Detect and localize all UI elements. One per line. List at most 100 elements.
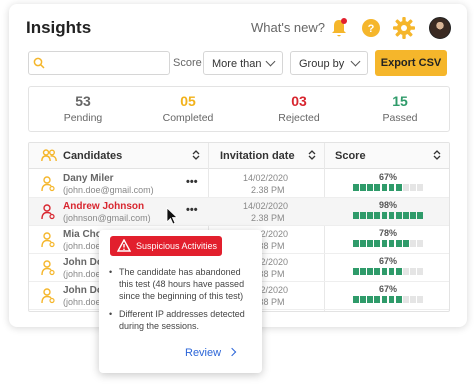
score-percent: 67%: [379, 172, 398, 182]
score-segment: [374, 184, 381, 191]
score-segment: [374, 268, 381, 275]
candidate-email: (johnson@gmail.com): [63, 213, 151, 223]
sort-icon[interactable]: [433, 149, 441, 161]
score-segment: [395, 268, 402, 275]
stat-value: 15: [392, 93, 408, 109]
score-segment: [360, 296, 366, 303]
score-bar: [353, 240, 424, 247]
score-percent: 98%: [379, 200, 398, 210]
group-by-select[interactable]: Group by: [290, 51, 368, 75]
score-segment: [388, 296, 395, 303]
score-segment: [381, 296, 388, 303]
table-row[interactable]: Andrew Johnson (johnson@gmail.com) ••• 14/0…: [29, 198, 449, 226]
badge-label: Suspicious Activities: [136, 241, 218, 251]
score-segment: [374, 296, 381, 303]
score-bar: [353, 212, 424, 219]
svg-text:?: ?: [368, 23, 375, 35]
score-segment: [395, 296, 402, 303]
score-segment: [388, 240, 395, 247]
invitation-time: 2.38 PM: [251, 185, 285, 195]
score-segment: [360, 268, 366, 275]
stat-pending: 53 Pending: [33, 93, 133, 124]
score-segment: [395, 240, 402, 247]
score-bar: [353, 268, 424, 275]
invitation-date: 14/02/2020: [243, 201, 289, 211]
export-csv-button[interactable]: Export CSV: [375, 50, 447, 76]
score-label: Score: [173, 57, 202, 69]
stat-label: Completed: [162, 112, 214, 124]
list-item: Different IP addresses detected during t…: [109, 308, 257, 332]
header-candidates[interactable]: Candidates: [63, 150, 122, 162]
arrow-right-icon[interactable]: [227, 347, 237, 357]
score-segment: [353, 240, 359, 247]
sort-icon[interactable]: [308, 149, 316, 161]
score-segment: [395, 184, 402, 191]
more-options-icon[interactable]: •••: [186, 176, 198, 188]
user-icon: [41, 204, 55, 220]
suspicious-activities-badge: Suspicious Activities: [110, 236, 222, 256]
stat-passed: 15 Passed: [350, 93, 450, 124]
stat-label: Pending: [63, 112, 103, 124]
page-title: Insights: [26, 18, 92, 37]
score-segment: [360, 212, 366, 219]
score-segment: [410, 296, 416, 303]
score-segment: [403, 296, 409, 303]
chevron-down-icon: [350, 56, 361, 67]
candidate-name[interactable]: Dany Miler: [63, 173, 114, 184]
score-segment: [367, 212, 373, 219]
score-segment: [367, 296, 373, 303]
score-segment: [410, 268, 416, 275]
stat-label: Rejected: [278, 112, 320, 124]
header-score[interactable]: Score: [335, 150, 366, 162]
score-bar: [353, 184, 424, 191]
avatar[interactable]: [429, 17, 451, 39]
score-segment: [367, 268, 373, 275]
warning-icon: [117, 239, 131, 252]
stats-summary: 53 Pending 05 Completed 03 Rejected 15 P…: [28, 86, 450, 132]
score-segment: [403, 184, 409, 191]
stat-value: 03: [291, 93, 307, 109]
suspicious-activities-tooltip: Suspicious Activities The candidate has …: [99, 230, 262, 373]
score-segment: [410, 240, 416, 247]
table-row[interactable]: Dany Miler (john.doe@gmail.com) ••• 14/02/2…: [29, 170, 449, 198]
score-segment: [417, 268, 424, 275]
score-segment: [417, 240, 424, 247]
score-segment: [410, 184, 416, 191]
score-segment: [360, 240, 366, 247]
score-segment: [381, 268, 388, 275]
bell-icon[interactable]: [329, 17, 349, 39]
more-options-icon[interactable]: •••: [186, 204, 198, 216]
search-icon: [33, 57, 45, 69]
score-segment: [403, 240, 409, 247]
stat-rejected: 03 Rejected: [249, 93, 349, 124]
whats-new-link[interactable]: What's new?: [251, 20, 325, 35]
help-icon[interactable]: ?: [362, 19, 380, 37]
score-segment: [353, 268, 359, 275]
score-percent: 67%: [379, 284, 398, 294]
suspicious-activities-list: The candidate has abandoned this test (4…: [109, 266, 257, 338]
sort-icon[interactable]: [192, 149, 200, 161]
group-by-value: Group by: [299, 58, 345, 70]
score-segment: [367, 240, 373, 247]
score-segment: [353, 212, 359, 219]
score-filter-select[interactable]: More than: [203, 51, 283, 75]
search-input[interactable]: [28, 51, 170, 75]
score-segment: [417, 296, 424, 303]
review-link[interactable]: Review: [185, 347, 221, 359]
score-segment: [403, 212, 409, 219]
score-segment: [417, 212, 424, 219]
score-segment: [374, 212, 381, 219]
score-percent: 78%: [379, 228, 398, 238]
score-segment: [410, 212, 416, 219]
invitation-date: 14/02/2020: [243, 173, 289, 183]
stat-value: 53: [75, 93, 91, 109]
header-invitation-date[interactable]: Invitation date: [220, 150, 295, 162]
score-segment: [388, 212, 395, 219]
candidate-name[interactable]: Mia Cho: [63, 229, 102, 240]
score-segment: [374, 240, 381, 247]
candidate-name[interactable]: Andrew Johnson: [63, 201, 144, 212]
gear-icon[interactable]: [393, 17, 415, 39]
chevron-down-icon: [265, 56, 276, 67]
score-segment: [381, 240, 388, 247]
user-icon: [41, 176, 55, 192]
